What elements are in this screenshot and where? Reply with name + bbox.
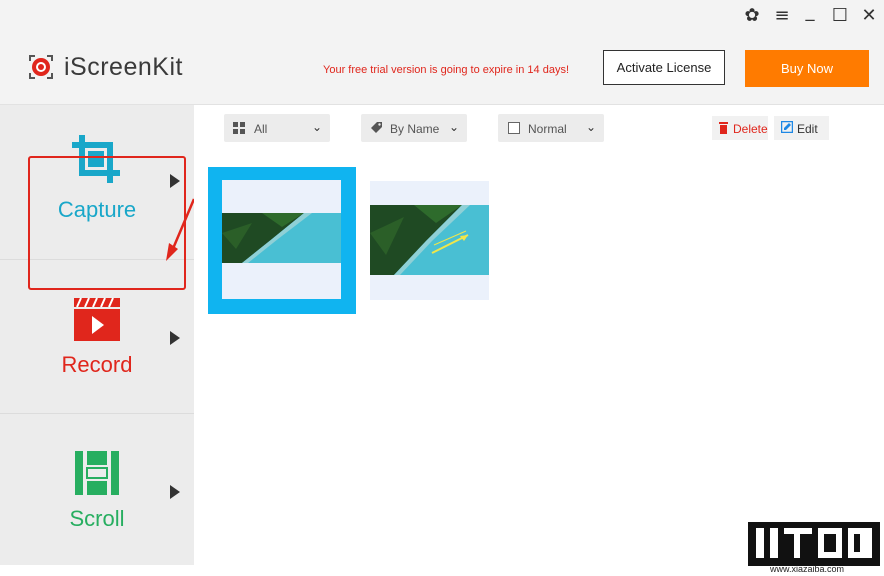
edit-label: Edit: [797, 122, 818, 136]
chevron-down-icon: ⌄: [312, 120, 323, 134]
app-name: iScreenKit: [64, 53, 183, 81]
activate-license-button[interactable]: Activate License: [603, 50, 725, 85]
minimize-button[interactable]: _: [798, 0, 822, 24]
delete-label: Delete: [733, 122, 768, 136]
edit-button[interactable]: Edit: [774, 116, 829, 140]
close-button[interactable]: ✕: [857, 4, 881, 28]
watermark-url: www.xiazaiba.com: [770, 564, 845, 574]
sort-select-value: By Name: [390, 122, 440, 136]
maximize-button[interactable]: ☐: [828, 4, 852, 28]
screenshot-thumbnail[interactable]: [370, 181, 489, 300]
sidebar-item-label: Record: [61, 352, 133, 377]
app-header: iScreenKit Your free trial version is go…: [0, 34, 884, 105]
sort-select[interactable]: By Name ⌄: [361, 114, 467, 142]
view-select-value: Normal: [528, 122, 567, 136]
chevron-down-icon: ⌄: [586, 120, 597, 134]
view-select[interactable]: Normal ⌄: [498, 114, 604, 142]
tag-icon: [371, 122, 382, 133]
filter-select[interactable]: All ⌄: [224, 114, 330, 142]
delete-button[interactable]: Delete: [712, 116, 768, 140]
expand-arrow-icon[interactable]: [170, 331, 180, 345]
settings-icon[interactable]: ✿: [740, 4, 764, 28]
buy-now-button[interactable]: Buy Now: [745, 50, 869, 87]
aerial-forest-lake-image: [370, 205, 489, 275]
menu-icon[interactable]: ≡: [770, 4, 794, 28]
trial-message: Your free trial version is going to expi…: [323, 64, 570, 76]
trash-icon: [719, 122, 728, 134]
chevron-down-icon: ⌄: [449, 120, 460, 134]
title-bar: ✿ ≡ _ ☐ ✕: [0, 0, 884, 34]
sidebar-item-label: Scroll: [69, 506, 125, 531]
main-content: All ⌄ By Name ⌄ Normal ⌄ Delete Edit: [194, 105, 884, 565]
video-clapper-icon: [74, 297, 120, 341]
app-logo-icon: [29, 55, 53, 79]
edit-icon: [781, 121, 793, 133]
scroll-capture-icon: [75, 451, 119, 495]
filter-select-value: All: [254, 122, 268, 136]
aerial-forest-lake-image: [222, 213, 341, 263]
expand-arrow-icon[interactable]: [170, 485, 180, 499]
screenshot-thumbnail-selected[interactable]: [208, 167, 356, 314]
checkbox-icon: [508, 122, 520, 134]
sidebar-item-scroll[interactable]: Scroll: [0, 413, 194, 568]
grid-icon: [233, 122, 245, 134]
thumbnail-image: [222, 180, 341, 299]
